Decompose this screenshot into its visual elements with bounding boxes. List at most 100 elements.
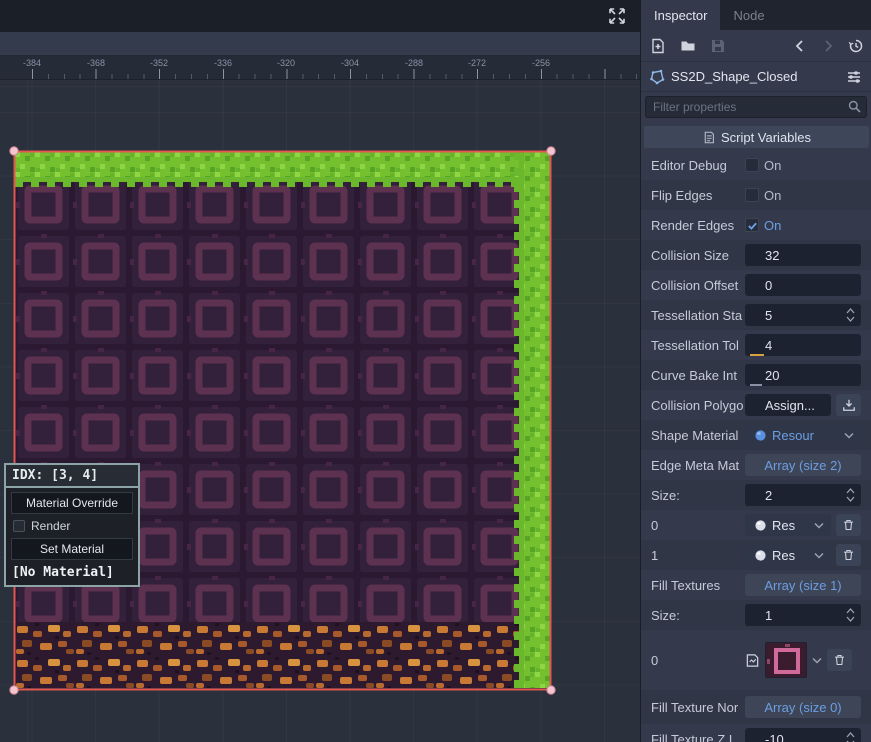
fill-textures-array-button[interactable]: Array (size 1) [745, 574, 861, 596]
checkbox-state-label: On [764, 188, 781, 203]
shape-material-dropdown[interactable]: Resour [745, 424, 861, 446]
chevron-down-icon [814, 516, 824, 534]
assign-icon [842, 398, 856, 412]
collision-size-field[interactable]: 32 [745, 244, 861, 266]
array-item-0-dropdown[interactable]: Res [745, 514, 831, 536]
trash-icon [842, 518, 855, 532]
delete-texture-0-button[interactable] [827, 649, 852, 671]
tab-node[interactable]: Node [720, 0, 777, 30]
section-script-variables[interactable]: Script Variables [644, 126, 869, 148]
spinbox-arrows[interactable] [846, 307, 855, 323]
collision-offset-field[interactable]: 0 [745, 274, 861, 296]
chevron-down-icon [814, 546, 824, 564]
fill-texture-z-index-field[interactable]: -10 [745, 728, 861, 742]
spinbox-arrows[interactable] [846, 731, 855, 742]
set-material-button[interactable]: Set Material [11, 538, 133, 560]
property-label: Render Edges [641, 218, 745, 233]
render-checkbox[interactable] [13, 520, 25, 532]
property-row-editor-debug: Editor Debug On [641, 150, 871, 180]
extra-resource-options-icon[interactable] [845, 68, 863, 86]
checkbox-flip-edges[interactable] [745, 188, 759, 202]
property-row-tessellation-tolerance: Tessellation Tol 4 [641, 330, 871, 360]
property-label: Fill Texture Z I [641, 732, 745, 742]
resource-sphere-icon [754, 549, 767, 562]
checkbox-render-edges[interactable] [745, 218, 759, 232]
checkbox-editor-debug[interactable] [745, 158, 759, 172]
inspector-panel: Inspector Node [640, 0, 871, 742]
edit-texture-icon[interactable] [745, 653, 760, 668]
array-item-1-dropdown[interactable]: Res [745, 544, 831, 566]
property-label: 0 [641, 653, 745, 668]
search-icon [848, 100, 861, 118]
new-resource-icon[interactable] [649, 37, 667, 55]
history-forward-icon[interactable] [819, 37, 837, 55]
property-row-collision-polygon: Collision Polygo Assign... [641, 390, 871, 420]
tessellation-stages-field[interactable]: 5 [745, 304, 861, 326]
load-resource-folder-icon[interactable] [679, 37, 697, 55]
script-icon [702, 131, 715, 144]
property-row-edge-meta-materials: Edge Meta Mat Array (size 2) [641, 450, 871, 480]
property-label: Collision Size [641, 248, 745, 263]
inspector-toolbar [641, 30, 871, 62]
property-label: Size: [641, 488, 745, 503]
property-label: 0 [641, 518, 745, 533]
ss2d-shape-icon [649, 69, 665, 85]
edge-material-override-popup: IDX: [3, 4] Material Override Render Set… [4, 463, 140, 587]
property-label: Fill Texture Nor [641, 700, 745, 715]
filter-row [641, 92, 871, 122]
trash-icon [833, 653, 846, 667]
array-size-field[interactable]: 2 [745, 484, 861, 506]
delete-item-1-button[interactable] [836, 544, 861, 566]
2d-viewport[interactable]: -384 -368 -352 -336 -320 -304 -288 -272 … [0, 0, 640, 742]
checkbox-state-label: On [764, 218, 781, 233]
section-title: Script Variables [721, 130, 811, 145]
property-label: Tessellation Sta [641, 308, 745, 323]
array-size-field-2[interactable]: 1 [745, 604, 861, 626]
property-label: Tessellation Tol [641, 338, 745, 353]
property-label: Fill Textures [641, 578, 745, 593]
tessellation-tolerance-field[interactable]: 4 [745, 334, 861, 356]
vertex-handle-bottom-right[interactable] [547, 686, 555, 694]
curve-bake-interval-field[interactable]: 20 [745, 364, 861, 386]
property-row-array-item-0: 0 Res [641, 510, 871, 540]
property-label: Shape Material [641, 428, 745, 443]
property-row-fill-texture-normals: Fill Texture Nor Array (size 0) [641, 690, 871, 724]
chevron-down-icon [844, 426, 854, 444]
collision-polygon-assign-field[interactable]: Assign... [745, 394, 831, 416]
property-row-array-item-1: 1 Res [641, 540, 871, 570]
chevron-down-icon[interactable] [812, 651, 822, 669]
render-row: Render [6, 514, 138, 534]
edge-meta-materials-array-button[interactable]: Array (size 2) [745, 454, 861, 476]
property-label: Editor Debug [641, 158, 745, 173]
godot-editor: -384 -368 -352 -336 -320 -304 -288 -272 … [0, 0, 871, 742]
no-material-label: [No Material] [6, 560, 138, 581]
resource-sphere-icon [754, 429, 767, 442]
trash-icon [842, 548, 855, 562]
dock-tabbar: Inspector Node [641, 0, 871, 30]
property-row-fill-texture-z-index: Fill Texture Z I -10 [641, 724, 871, 742]
vertex-handle-top-right[interactable] [547, 147, 555, 155]
check-icon [747, 220, 758, 231]
spinbox-arrows[interactable] [846, 487, 855, 503]
assign-node-button[interactable] [836, 394, 861, 416]
property-row-flip-edges: Flip Edges On [641, 180, 871, 210]
resource-name: SS2D_Shape_Closed [671, 69, 839, 84]
property-label: Edge Meta Mat [641, 458, 745, 473]
tab-inspector[interactable]: Inspector [641, 0, 720, 30]
history-back-icon[interactable] [791, 37, 809, 55]
material-override-button[interactable]: Material Override [11, 492, 133, 514]
grass-right-edge [524, 152, 550, 688]
edit-history-icon[interactable] [847, 37, 865, 55]
texture-preview[interactable] [765, 642, 807, 678]
spinbox-arrows[interactable] [846, 607, 855, 623]
save-resource-icon[interactable] [709, 37, 727, 55]
resource-name-row[interactable]: SS2D_Shape_Closed [641, 62, 871, 92]
vertex-handle-bottom-left[interactable] [10, 686, 18, 694]
filter-properties-input[interactable] [645, 96, 867, 118]
delete-item-0-button[interactable] [836, 514, 861, 536]
grass-top-jagged [15, 177, 524, 187]
resource-sphere-icon [754, 519, 767, 532]
ss2d-shape[interactable] [0, 0, 640, 742]
fill-texture-normals-array-button[interactable]: Array (size 0) [745, 696, 861, 718]
vertex-handle-top-left[interactable] [10, 147, 18, 155]
